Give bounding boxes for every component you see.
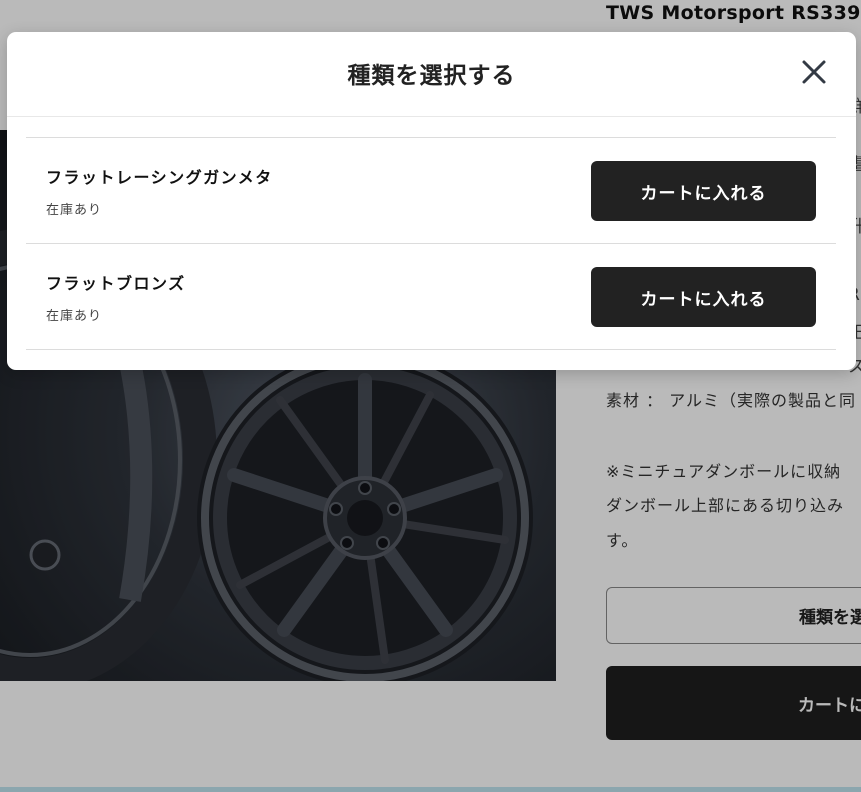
variant-row: フラットブロンズ 在庫あり カートに入れる xyxy=(26,243,836,350)
variant-list: フラットレーシングガンメタ 在庫あり カートに入れる フラットブロンズ 在庫あり… xyxy=(26,137,836,350)
modal-title: 種類を選択する xyxy=(347,63,516,89)
variant-name: フラットブロンズ xyxy=(46,274,186,293)
close-icon xyxy=(802,60,826,84)
stock-status: 在庫あり xyxy=(46,309,103,324)
close-button[interactable] xyxy=(800,58,828,86)
variant-select-modal: 種類を選択する フラットレーシングガンメタ 在庫あり カートに入れる フラットブ… xyxy=(7,32,856,370)
variant-row: フラットレーシングガンメタ 在庫あり カートに入れる xyxy=(26,137,836,243)
add-to-cart-button[interactable]: カートに入れる xyxy=(591,267,816,327)
modal-header: 種類を選択する xyxy=(7,32,856,117)
add-to-cart-button[interactable]: カートに入れる xyxy=(591,161,816,221)
stock-status: 在庫あり xyxy=(46,203,103,218)
variant-name: フラットレーシングガンメタ xyxy=(46,168,273,187)
